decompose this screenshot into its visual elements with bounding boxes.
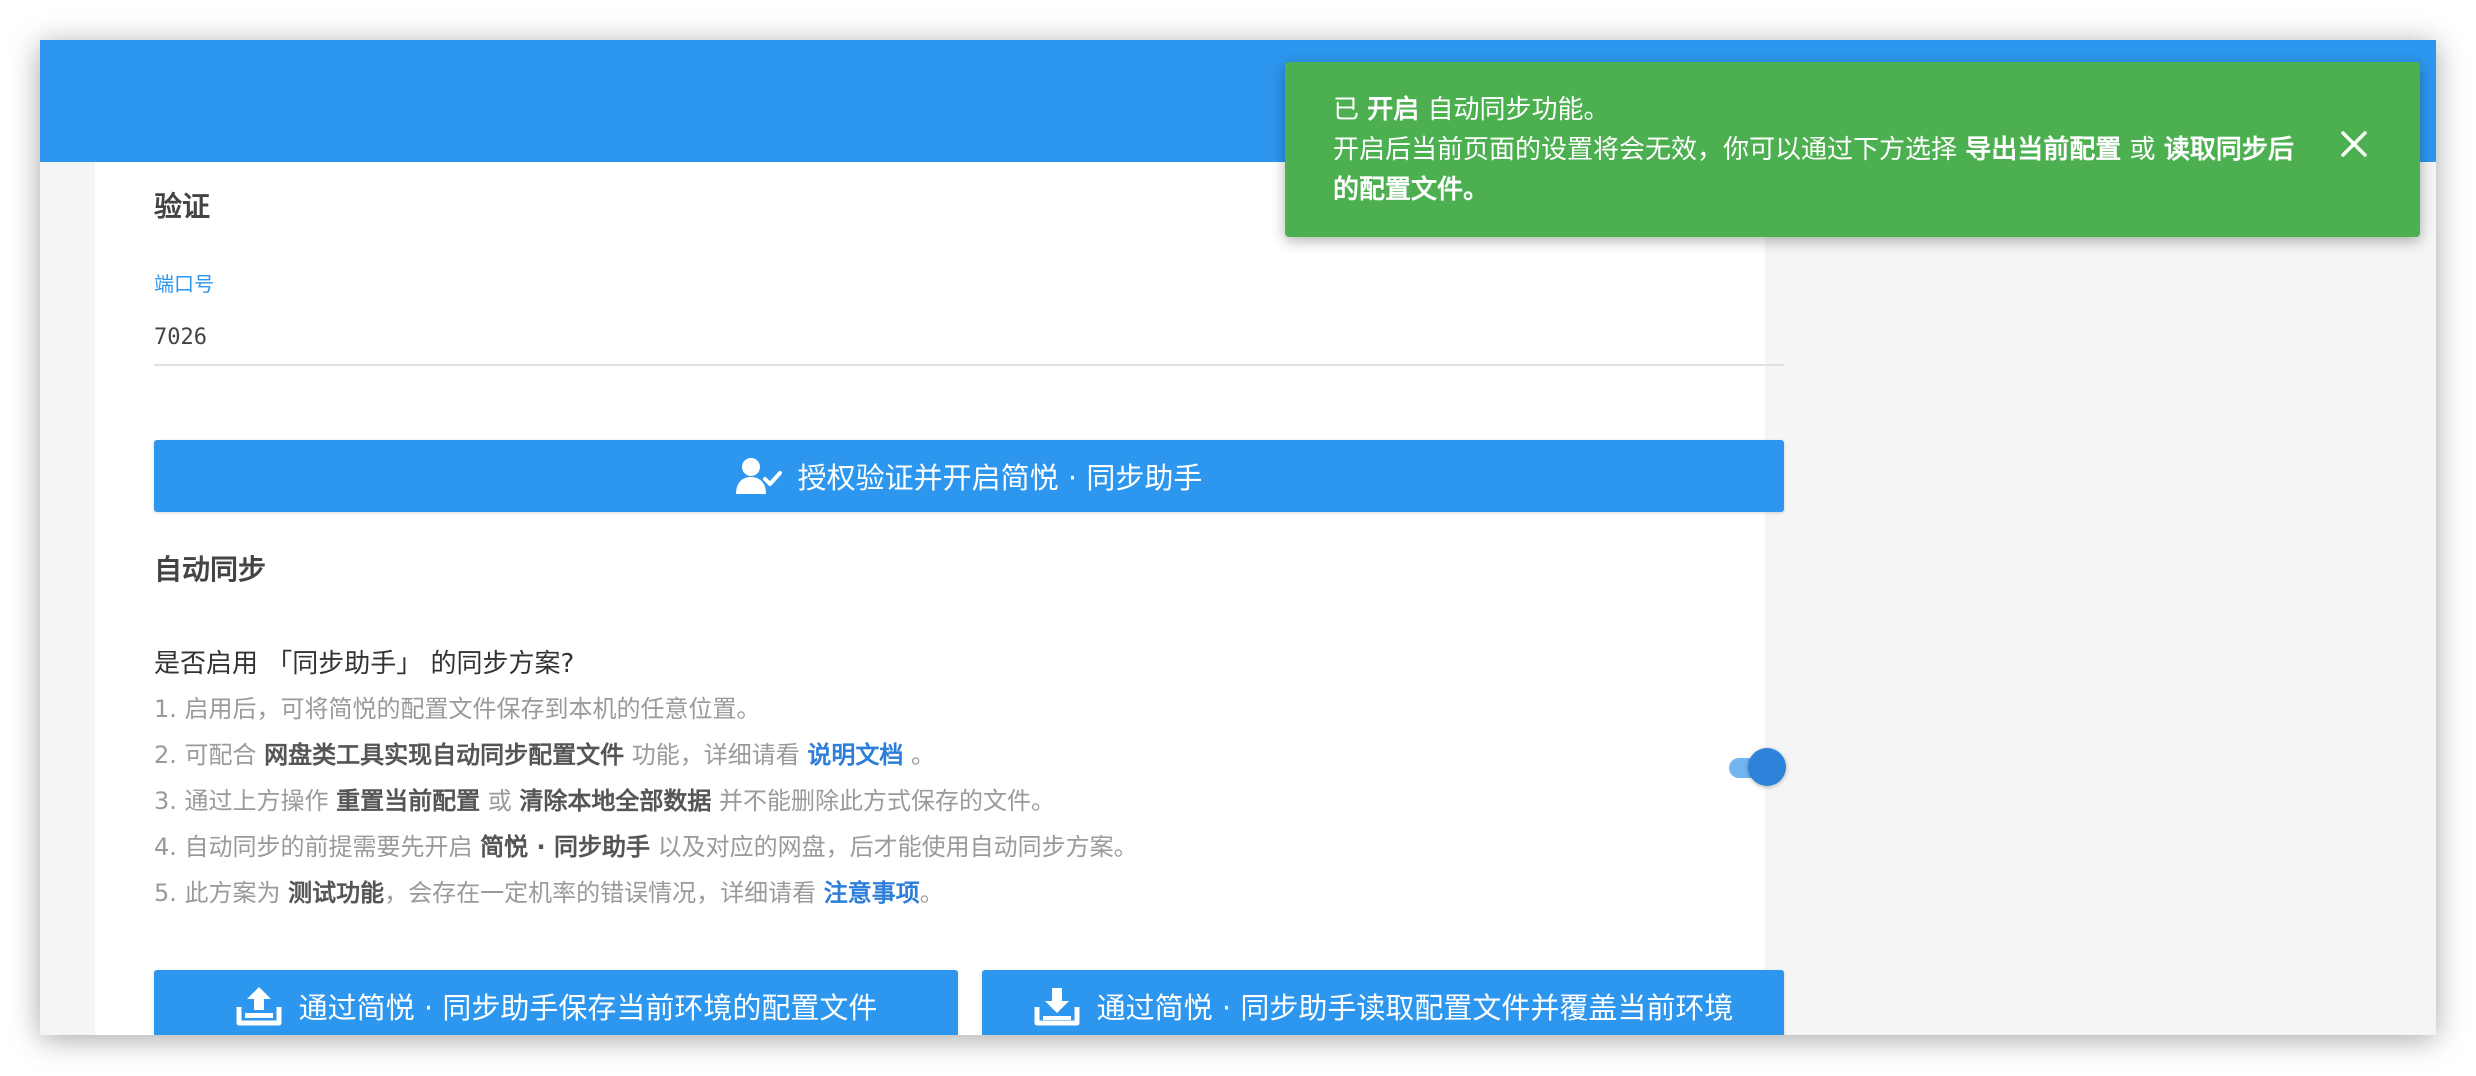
save-config-button[interactable]: 通过简悦 · 同步助手保存当前环境的配置文件 [154,970,958,1035]
upload-icon [236,987,282,1026]
sync-enabled-toast: 已 开启 自动同步功能。 开启后当前页面的设置将会无效，你可以通过下方选择 导出… [1285,62,2420,237]
note-text: 5. 此方案为 [154,879,289,907]
load-config-button[interactable]: 通过简悦 · 同步助手读取配置文件并覆盖当前环境 [982,970,1784,1035]
download-icon [1034,988,1080,1026]
note-emphasis: 重置当前配置 [336,787,481,815]
note-emphasis: 清除本地全部数据 [519,787,712,815]
toast-text: 自动同步功能。 [1419,95,1610,125]
user-check-icon [735,458,782,494]
save-button-label: 通过简悦 · 同步助手保存当前环境的配置文件 [298,991,878,1025]
notes-link[interactable]: 注意事项 [824,879,920,907]
toast-emphasis: 开启 [1367,95,1420,125]
sync-helper-toggle[interactable] [1729,746,1786,788]
note-text: 1. 启用后，可将简悦的配置文件保存到本机的任意位置。 [154,695,761,723]
note-text: 。 [919,879,944,907]
list-item: 4. 自动同步的前提需要先开启 简悦 · 同步助手 以及对应的网盘，后才能使用自… [154,824,1138,870]
note-text: 以及对应的网盘，后才能使用自动同步方案。 [649,833,1138,861]
note-text: 2. 可配合 [154,741,265,769]
load-button-label: 通过简悦 · 同步助手读取配置文件并覆盖当前环境 [1096,991,1734,1025]
note-text: 。 [903,741,936,769]
toast-text: 开启后当前页面的设置将会无效，你可以通过下方选择 [1333,135,1966,165]
authorize-sync-helper-button[interactable]: 授权验证并开启简悦 · 同步助手 [154,440,1784,512]
note-text: 3. 通过上方操作 [154,787,337,815]
port-label: 端口号 [154,272,214,296]
docs-link[interactable]: 说明文档 [807,741,903,769]
note-emphasis: 简悦 · 同步助手 [480,833,650,861]
sync-option-question: 是否启用 「同步助手」 的同步方案? [154,649,575,679]
authorize-button-label: 授权验证并开启简悦 · 同步助手 [797,461,1203,495]
sync-notes-list: 1. 启用后，可将简悦的配置文件保存到本机的任意位置。 2. 可配合 网盘类工具… [154,686,1138,916]
toast-emphasis: 导出当前配置 [1965,135,2122,165]
toast-text: 已 [1333,95,1368,125]
toggle-thumb [1748,748,1786,786]
list-item: 3. 通过上方操作 重置当前配置 或 清除本地全部数据 并不能删除此方式保存的文… [154,778,1138,824]
note-text: 4. 自动同步的前提需要先开启 [154,833,481,861]
list-item: 2. 可配合 网盘类工具实现自动同步配置文件 功能，详细请看 说明文档 。 [154,732,1138,778]
auto-sync-section-title: 自动同步 [154,553,267,586]
note-emphasis: 测试功能 [288,879,385,907]
note-text: 并不能删除此方式保存的文件。 [711,787,1056,815]
list-item: 1. 启用后，可将简悦的配置文件保存到本机的任意位置。 [154,686,1138,732]
toast-line-2: 开启后当前页面的设置将会无效，你可以通过下方选择 导出当前配置 或 读取同步后的… [1333,130,2310,210]
note-text: 功能，详细请看 [624,741,808,769]
settings-card: 验证 端口号 授权验证并开启简悦 · 同步助手 自动同步 是否启用 「同步助手」… [95,162,1786,1035]
verify-section-title: 验证 [154,190,211,223]
list-item: 5. 此方案为 测试功能，会存在一定机率的错误情况，详细请看 注意事项。 [154,870,1138,916]
note-text: 或 [480,787,520,815]
toast-text: 或 [2121,135,2164,165]
note-text: ，会存在一定机率的错误情况，详细请看 [384,879,824,907]
port-input[interactable] [154,310,1784,366]
close-icon[interactable] [2340,130,2368,158]
note-emphasis: 网盘类工具实现自动同步配置文件 [264,741,625,769]
toast-line-1: 已 开启 自动同步功能。 [1333,90,2310,130]
